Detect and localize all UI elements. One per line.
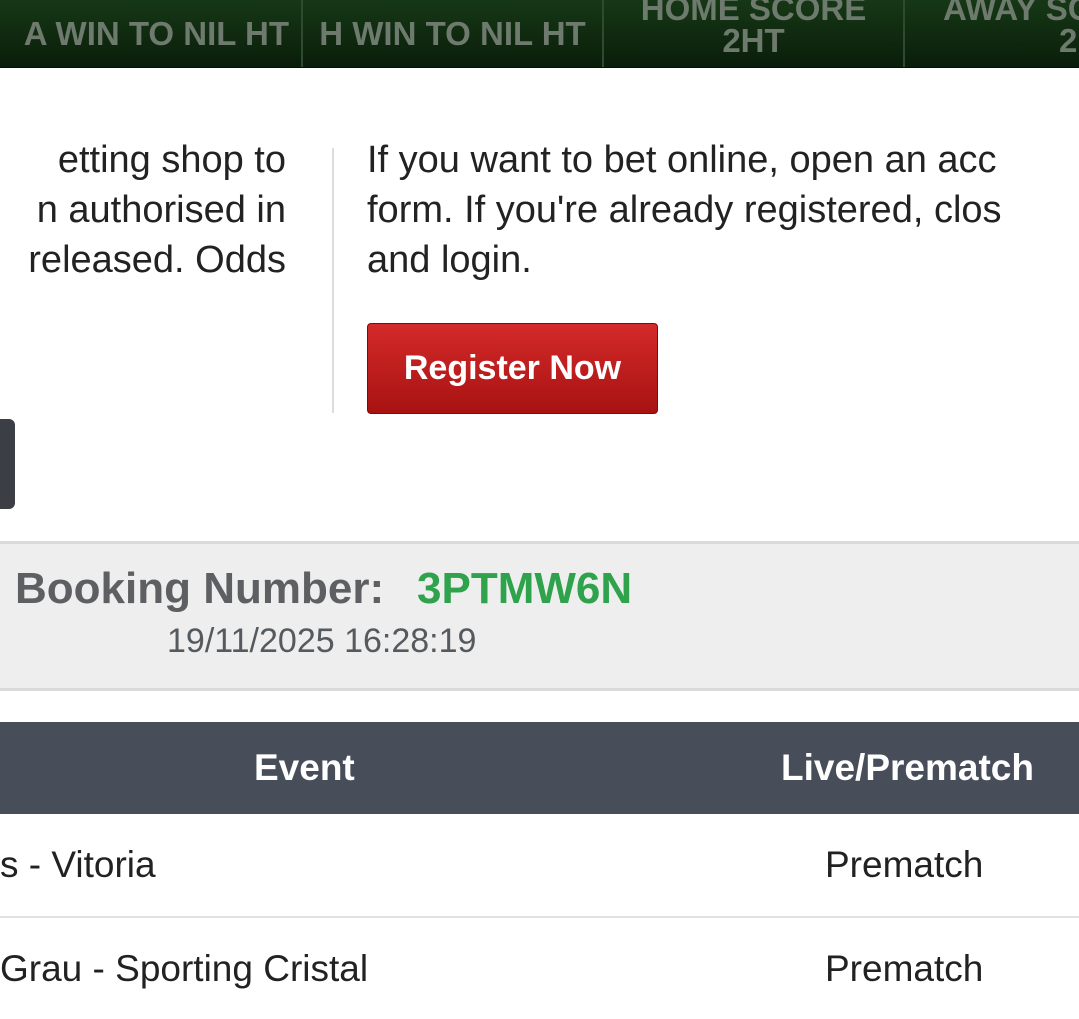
market-tab-label-line2: 2HT (722, 22, 785, 59)
betting-shop-info-text: etting shop to n authorised in released.… (0, 135, 320, 285)
market-tabs-strip: A WIN TO NIL HT H WIN TO NIL HT HOME SCO… (0, 0, 1079, 68)
column-divider (332, 148, 334, 413)
market-tab-away-win-to-nil-ht[interactable]: A WIN TO NIL HT (0, 0, 303, 67)
market-tab-label: H WIN TO NIL HT (319, 14, 586, 52)
partial-dark-button[interactable] (0, 419, 15, 509)
booking-page: A WIN TO NIL HT H WIN TO NIL HT HOME SCO… (0, 0, 1079, 1019)
online-betting-info-text: If you want to bet online, open an acc f… (367, 135, 1079, 285)
info-right-line: If you want to bet online, open an acc (367, 139, 997, 181)
market-tab-label-line2: 2HT (1059, 22, 1079, 59)
market-tab-home-score-2ht[interactable]: HOME SCORE 2HT (604, 0, 905, 67)
info-right-line: and login. (367, 239, 532, 281)
market-tab-label: A WIN TO NIL HT (23, 14, 289, 52)
market-tab-away-score-2ht[interactable]: AWAY SC 2HT (905, 0, 1079, 67)
register-now-button[interactable]: Register Now (367, 323, 658, 414)
event-name: Grau - Sporting Cristal (0, 948, 369, 989)
info-left-line: n authorised in (36, 189, 286, 231)
event-name: s - Vitoria (0, 844, 156, 885)
column-header-live-prematch: Live/Prematch (781, 747, 1034, 788)
booking-number-value: 3PTMW6N (417, 564, 633, 613)
event-live-status: Prematch (825, 844, 984, 885)
table-row: s - Vitoria Prematch (0, 814, 1079, 918)
booked-events-table: Event Live/Prematch s - Vitoria Prematch… (0, 722, 1079, 1019)
column-header-event: Event (254, 747, 355, 788)
booking-summary: Booking Number: 3PTMW6N 19/11/2025 16:28… (0, 541, 1079, 691)
info-left-line: etting shop to (57, 139, 286, 181)
info-left-line: released. Odds (28, 239, 286, 281)
table-header-row: Event Live/Prematch (0, 722, 1079, 814)
event-live-status: Prematch (825, 948, 984, 989)
booking-number-label: Booking Number: (15, 564, 385, 613)
info-right-line: form. If you're already registered, clos (367, 189, 1002, 231)
market-tab-home-win-to-nil-ht[interactable]: H WIN TO NIL HT (303, 0, 604, 67)
booking-timestamp: 19/11/2025 16:28:19 (167, 622, 477, 660)
table-row: Grau - Sporting Cristal Prematch (0, 918, 1079, 1019)
